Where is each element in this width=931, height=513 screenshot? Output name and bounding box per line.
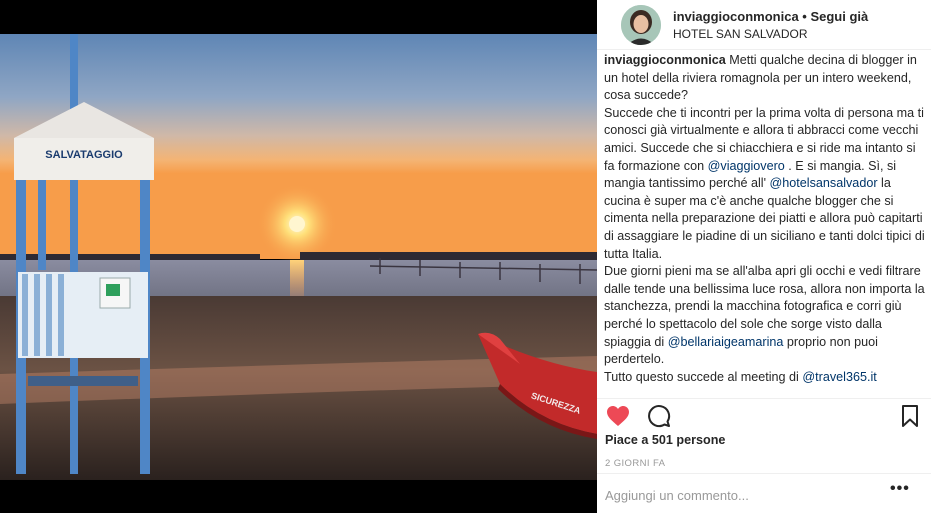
post-caption: inviaggioconmonica Metti qualche decina … [604,52,926,386]
header-username-line: inviaggioconmonica • Segui già [673,9,868,24]
comment-bar: ••• [597,473,931,513]
caption-paragraph: Tutto questo succede al meeting di @trav… [604,369,926,387]
caption-paragraph: Due giorni pieni ma se all'alba apri gli… [604,263,926,369]
comment-icon[interactable] [647,404,671,428]
post-timestamp[interactable]: 2 GIORNI FA [605,458,665,469]
mention-link[interactable]: @hotelsansalvador [770,176,878,190]
likes-count[interactable]: Piace a 501 persone [605,433,725,447]
post-actions [597,398,931,432]
instagram-post-window: SALVATAGGIO SICUREZZA inviaggioconmonica… [0,0,931,513]
caption-paragraph: Succede che ti incontri per la prima vol… [604,105,926,263]
comment-input[interactable] [605,486,875,504]
mention-link[interactable]: @viaggiovero [708,159,785,173]
caption-text: Tutto questo succede al meeting di [604,369,803,384]
follow-button[interactable]: Segui già [810,9,868,24]
sunrise-beach-image: SALVATAGGIO SICUREZZA [0,34,597,480]
tower-sign-text: SALVATAGGIO [45,149,123,161]
mention-link[interactable]: @travel365.it [802,370,876,384]
post-photo[interactable]: SALVATAGGIO SICUREZZA [0,34,597,480]
header-username[interactable]: inviaggioconmonica [673,9,799,24]
post-side-panel: inviaggioconmonica • Segui già HOTEL SAN… [597,0,931,513]
heart-icon[interactable] [606,405,630,427]
more-options-icon[interactable]: ••• [890,481,910,497]
avatar-image [621,5,661,45]
header-separator: • [798,9,811,24]
bookmark-icon[interactable] [900,405,920,427]
mention-link[interactable]: @bellariaigeamarina [668,335,784,349]
caption-paragraph: inviaggioconmonica Metti qualche decina … [604,52,926,105]
caption-username[interactable]: inviaggioconmonica [604,53,726,67]
avatar[interactable] [621,5,661,45]
post-header: inviaggioconmonica • Segui già HOTEL SAN… [597,0,931,50]
heart-shape [607,406,629,426]
location-link[interactable]: HOTEL SAN SALVADOR [673,27,807,41]
